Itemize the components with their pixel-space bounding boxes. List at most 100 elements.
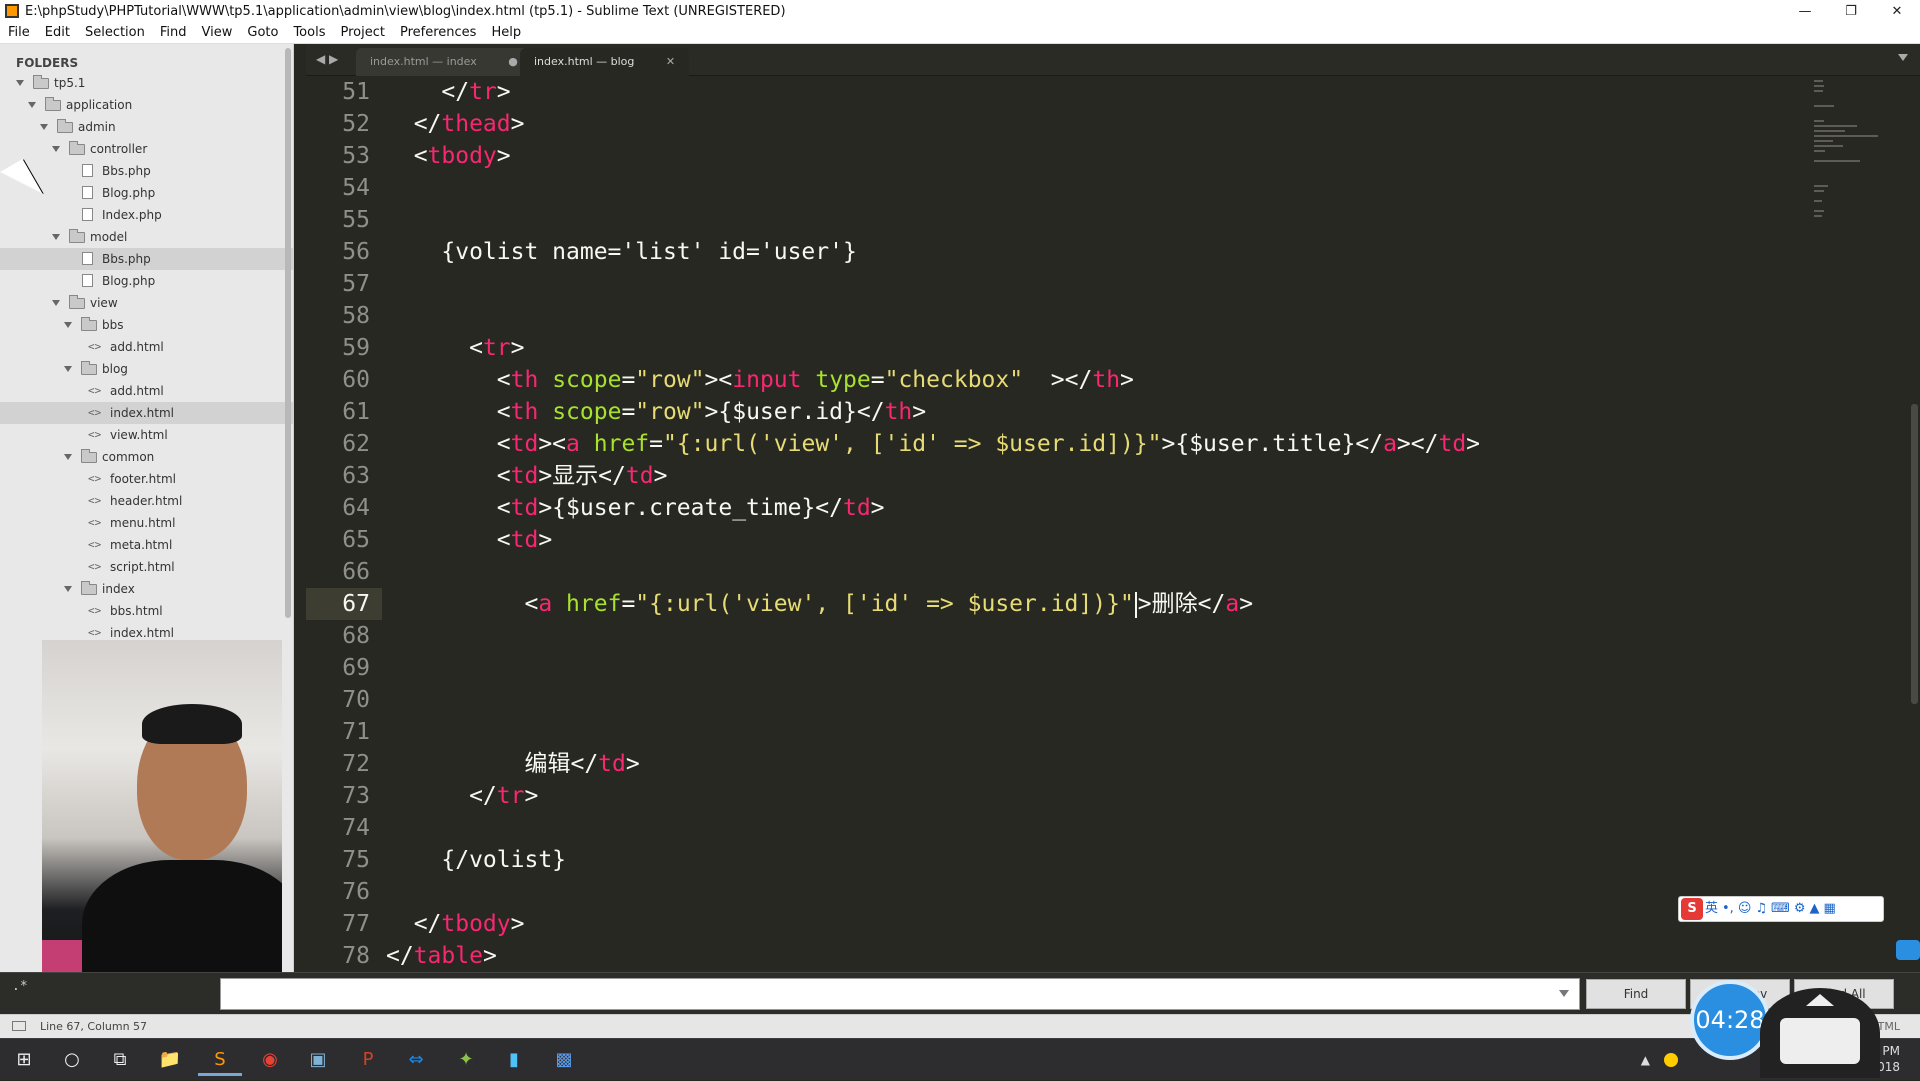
- find-history-dropdown-icon[interactable]: [1559, 990, 1569, 997]
- toolbox-icon[interactable]: ▦: [1823, 901, 1835, 916]
- menu-goto[interactable]: Goto: [239, 25, 285, 40]
- punctuation-icon[interactable]: •,: [1722, 901, 1734, 916]
- disclosure-arrow-icon[interactable]: [64, 454, 72, 460]
- search-circle-icon[interactable]: ○: [50, 1044, 94, 1076]
- file-item[interactable]: Blog.php: [0, 182, 293, 204]
- app-icon-dark[interactable]: ▮: [492, 1044, 536, 1076]
- find-button[interactable]: Find: [1586, 979, 1686, 1009]
- teamviewer-icon[interactable]: ⇔: [394, 1044, 438, 1076]
- code-line[interactable]: <td><a href="{:url('view', ['id' => $use…: [386, 428, 1826, 460]
- app-window-icon[interactable]: ▣: [296, 1044, 340, 1076]
- folder-item[interactable]: application: [0, 94, 293, 116]
- restore-button[interactable]: ❐: [1828, 4, 1874, 19]
- code-line[interactable]: </tbody>: [386, 908, 1826, 940]
- minimap[interactable]: [1814, 80, 1894, 370]
- file-item[interactable]: Bbs.php: [0, 248, 293, 270]
- tray-app-icon[interactable]: [1664, 1053, 1678, 1067]
- disclosure-arrow-icon[interactable]: [40, 124, 48, 130]
- find-input[interactable]: [220, 978, 1580, 1010]
- code-line[interactable]: </table>: [386, 940, 1826, 972]
- file-item[interactable]: <> script.html: [0, 556, 293, 578]
- file-item[interactable]: <> add.html: [0, 380, 293, 402]
- tab-index-blog[interactable]: index.html — blog ✕: [520, 48, 690, 76]
- tray-expand-icon[interactable]: ▲: [1641, 1053, 1650, 1067]
- panel-toggle-icon[interactable]: [12, 1021, 26, 1031]
- tab-index-index[interactable]: index.html — index ●: [356, 48, 532, 76]
- menu-preferences[interactable]: Preferences: [392, 25, 483, 40]
- file-item[interactable]: <> view.html: [0, 424, 293, 446]
- folder-item[interactable]: admin: [0, 116, 293, 138]
- file-item[interactable]: Bbs.php: [0, 160, 293, 182]
- disclosure-arrow-icon[interactable]: [52, 300, 60, 306]
- side-widget-icon[interactable]: [1896, 940, 1920, 960]
- tab-close-icon[interactable]: ✕: [666, 55, 675, 68]
- tab-nav-arrows[interactable]: ◀ ▶: [316, 52, 338, 66]
- code-line[interactable]: [386, 172, 1826, 204]
- code-line[interactable]: [386, 300, 1826, 332]
- skin-icon[interactable]: ▲: [1809, 901, 1819, 916]
- folder-item[interactable]: tp5.1: [0, 72, 293, 94]
- menu-project[interactable]: Project: [332, 25, 391, 40]
- menu-help[interactable]: Help: [483, 25, 528, 40]
- tab-modified-dot[interactable]: ●: [508, 55, 518, 68]
- file-item[interactable]: Index.php: [0, 204, 293, 226]
- code-line[interactable]: <th scope="row">{$user.id}</th>: [386, 396, 1826, 428]
- sidebar-scrollbar[interactable]: [285, 48, 291, 618]
- code-line[interactable]: [386, 652, 1826, 684]
- ime-mode-label[interactable]: 英: [1705, 901, 1718, 916]
- code-line[interactable]: </thead>: [386, 108, 1826, 140]
- file-item[interactable]: <> menu.html: [0, 512, 293, 534]
- code-line[interactable]: {/volist}: [386, 844, 1826, 876]
- disclosure-arrow-icon[interactable]: [52, 146, 60, 152]
- disclosure-arrow-icon[interactable]: [16, 80, 24, 86]
- code-line[interactable]: [386, 716, 1826, 748]
- file-item[interactable]: Blog.php: [0, 270, 293, 292]
- code-line[interactable]: [386, 684, 1826, 716]
- menu-tools[interactable]: Tools: [285, 25, 332, 40]
- code-line[interactable]: </tr>: [386, 780, 1826, 812]
- code-line[interactable]: [386, 620, 1826, 652]
- file-item[interactable]: <> index.html: [0, 402, 293, 424]
- code-line[interactable]: <a href="{:url('view', ['id' => $user.id…: [386, 588, 1826, 620]
- file-explorer-icon[interactable]: 📁: [148, 1044, 192, 1076]
- powerpoint-icon[interactable]: P: [346, 1044, 390, 1076]
- tool-app-icon[interactable]: ✦: [444, 1044, 488, 1076]
- close-button[interactable]: ✕: [1874, 4, 1920, 19]
- chrome-icon[interactable]: ◉: [248, 1044, 292, 1076]
- folder-item[interactable]: common: [0, 446, 293, 468]
- code-line[interactable]: [386, 812, 1826, 844]
- file-item[interactable]: <> meta.html: [0, 534, 293, 556]
- ime-toolbar[interactable]: S 英 •, ☺ ♫ ⌨ ⚙ ▲ ▦: [1678, 896, 1884, 922]
- code-line[interactable]: <tbody>: [386, 140, 1826, 172]
- code-line[interactable]: [386, 556, 1826, 588]
- settings-icon[interactable]: ⚙: [1794, 901, 1806, 916]
- file-item[interactable]: <> bbs.html: [0, 600, 293, 622]
- tab-dropdown-icon[interactable]: [1898, 54, 1908, 61]
- file-item[interactable]: <> footer.html: [0, 468, 293, 490]
- folder-item[interactable]: bbs: [0, 314, 293, 336]
- disclosure-arrow-icon[interactable]: [52, 234, 60, 240]
- code-line[interactable]: <td>: [386, 524, 1826, 556]
- editor-scrollbar[interactable]: [1911, 404, 1918, 704]
- code-line[interactable]: </tr>: [386, 76, 1826, 108]
- disclosure-arrow-icon[interactable]: [64, 322, 72, 328]
- menu-view[interactable]: View: [194, 25, 240, 40]
- disclosure-arrow-icon[interactable]: [28, 102, 36, 108]
- code-line[interactable]: 编辑</td>: [386, 748, 1826, 780]
- folder-item[interactable]: controller: [0, 138, 293, 160]
- minimize-button[interactable]: —: [1782, 4, 1828, 19]
- code-area[interactable]: </tr> </thead> <tbody> {volist name='lis…: [386, 76, 1826, 972]
- menu-file[interactable]: File: [0, 25, 37, 40]
- code-line[interactable]: [386, 204, 1826, 236]
- code-line[interactable]: [386, 268, 1826, 300]
- start-windows-icon[interactable]: ⊞: [2, 1044, 46, 1076]
- app-icon-blue[interactable]: ▩: [542, 1044, 586, 1076]
- keyboard-icon[interactable]: ⌨: [1771, 901, 1790, 916]
- onscreen-keyboard-icon[interactable]: [1760, 988, 1880, 1078]
- folder-item[interactable]: model: [0, 226, 293, 248]
- folder-item[interactable]: blog: [0, 358, 293, 380]
- microphone-icon[interactable]: ♫: [1755, 901, 1767, 916]
- menu-find[interactable]: Find: [152, 25, 194, 40]
- code-line[interactable]: <td>{$user.create_time}</td>: [386, 492, 1826, 524]
- folder-item[interactable]: view: [0, 292, 293, 314]
